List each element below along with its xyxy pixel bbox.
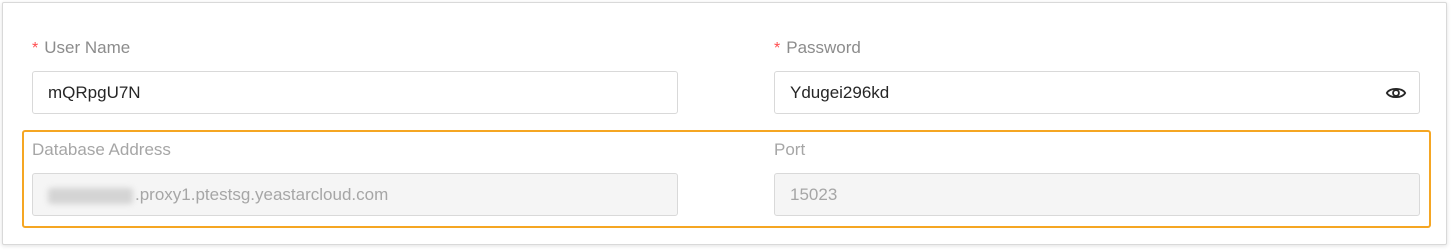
required-mark: *	[774, 40, 781, 57]
database-address-label: Database Address	[32, 140, 171, 159]
username-value: mQRpgU7N	[48, 83, 141, 102]
password-label: * Password	[774, 38, 861, 57]
password-value: Ydugei296kd	[790, 83, 890, 102]
username-label: * User Name	[32, 38, 131, 57]
database-address-value: .proxy1.ptestsg.yeastarcloud.com	[135, 185, 389, 204]
required-mark: *	[32, 40, 39, 57]
eye-icon[interactable]	[1385, 82, 1407, 104]
username-input[interactable]: mQRpgU7N	[32, 71, 678, 114]
database-address-input: cxxxxxxxxx.proxy1.ptestsg.yeastarcloud.c…	[32, 173, 678, 216]
password-input[interactable]: Ydugei296kd	[774, 71, 1420, 114]
port-value: 15023	[790, 185, 838, 204]
port-input: 15023	[774, 173, 1420, 216]
blurred-text: cxxxxxxxxx	[48, 187, 133, 204]
port-label: Port	[774, 140, 806, 159]
